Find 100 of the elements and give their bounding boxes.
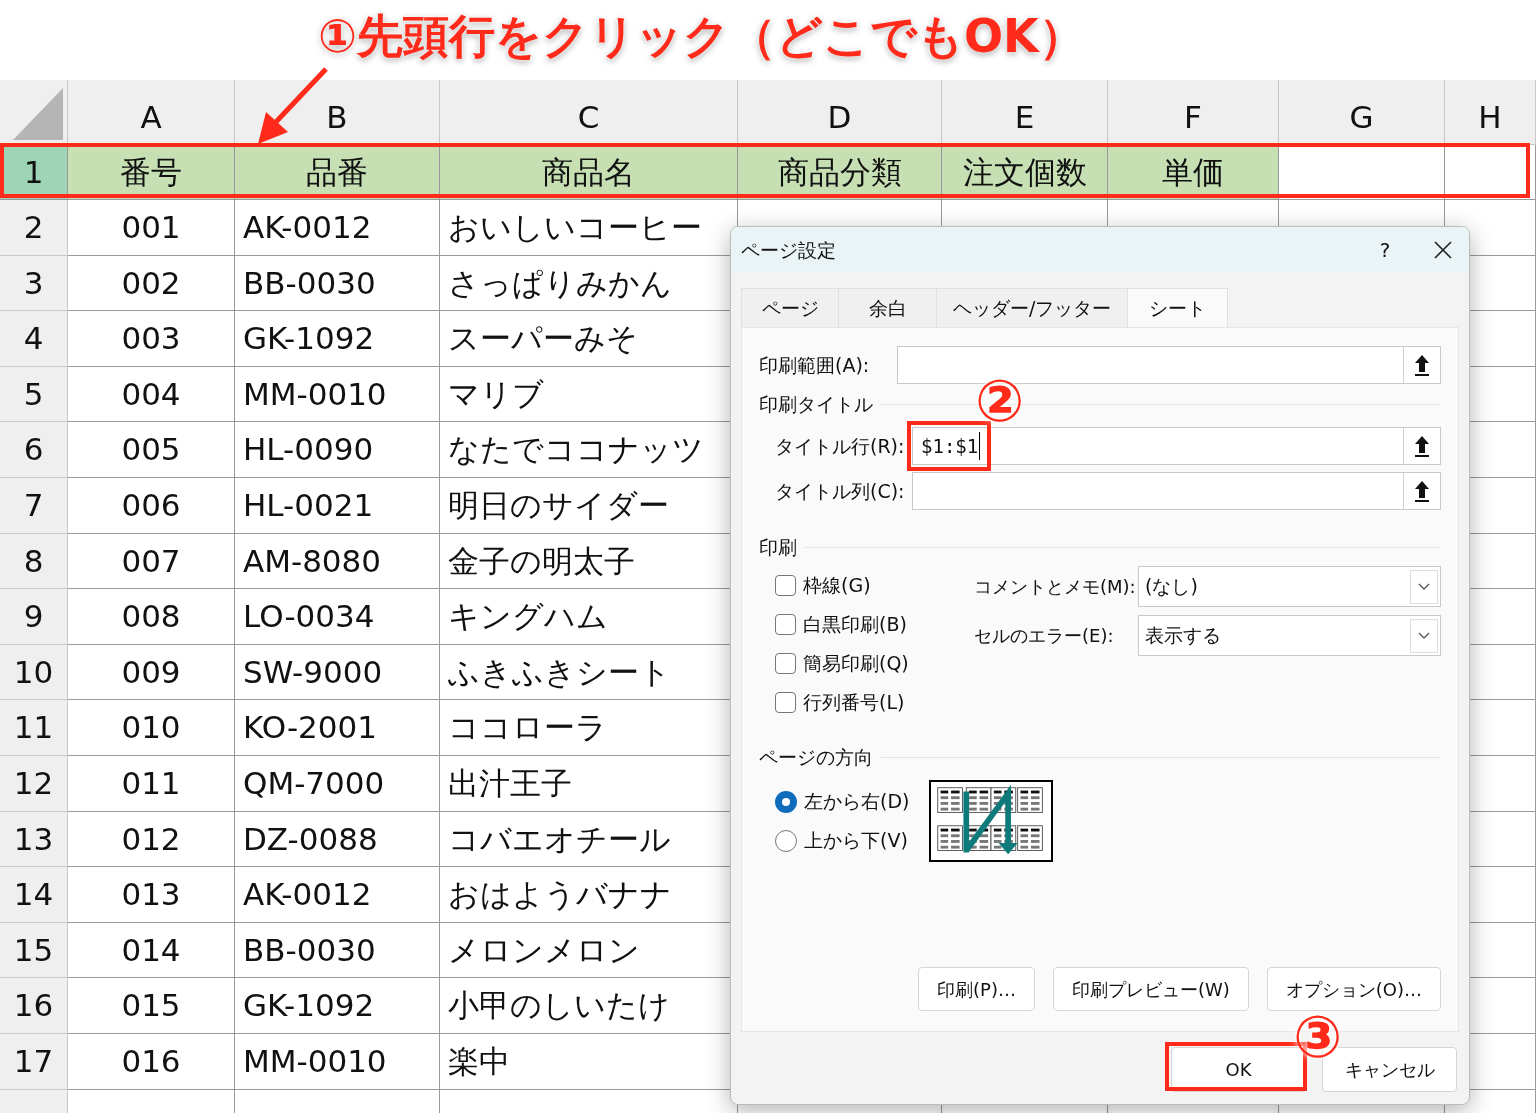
checkbox[interactable] bbox=[775, 614, 796, 635]
column-header[interactable]: F bbox=[1184, 93, 1202, 140]
header-cell-text: 商品名 bbox=[542, 152, 635, 192]
table-cell-text: 明日のサイダー bbox=[448, 486, 669, 525]
dialog-button[interactable]: 印刷プレビュー(W) bbox=[1052, 967, 1249, 1011]
table-cell-text: BB-0030 bbox=[243, 930, 376, 970]
checkbox-label: 白黒印刷(B) bbox=[803, 612, 907, 638]
column-header[interactable]: H bbox=[1478, 93, 1502, 140]
section-heading: ページの方向 bbox=[759, 744, 873, 770]
collapse-arrow-icon[interactable] bbox=[1413, 353, 1431, 377]
table-cell-text: 006 bbox=[121, 486, 181, 525]
radio-label: 上から下(V) bbox=[804, 828, 908, 854]
header-cell-text: 単価 bbox=[1162, 152, 1224, 192]
table-cell-text: おはようバナナ bbox=[448, 875, 672, 915]
radio-button[interactable] bbox=[775, 829, 797, 852]
header-cell-text: 注文個数 bbox=[962, 152, 1087, 192]
table-cell-text: 008 bbox=[121, 597, 181, 637]
table-cell-text: 014 bbox=[121, 930, 181, 970]
radio-button[interactable] bbox=[775, 790, 797, 813]
collapse-arrow-icon[interactable] bbox=[1413, 434, 1431, 458]
table-cell-text: 金子の明太子 bbox=[448, 541, 635, 581]
dialog-tab[interactable]: シート bbox=[1128, 288, 1229, 327]
section-heading: 印刷タイトル bbox=[759, 391, 873, 417]
chevron-down-icon bbox=[1418, 631, 1430, 640]
dialog-button[interactable]: オプション(O)… bbox=[1266, 967, 1441, 1011]
field-label: セルのエラー(E): bbox=[974, 624, 1115, 648]
table-cell-text: メロンメロン bbox=[448, 930, 640, 970]
table-cell-text: コバエオチール bbox=[448, 819, 671, 859]
dialog-tab[interactable]: ヘッダー/フッター bbox=[937, 288, 1129, 327]
table-cell-text: 003 bbox=[121, 319, 181, 359]
table-cell-text: 楽中 bbox=[448, 1041, 510, 1081]
table-cell-text: KO-2001 bbox=[243, 708, 377, 748]
table-cell-text: 004 bbox=[121, 374, 181, 414]
table-cell-text: キングハム bbox=[448, 597, 608, 637]
table-cell-text: 小甲のしいたけ bbox=[448, 986, 670, 1026]
close-icon[interactable] bbox=[1433, 240, 1453, 260]
radio-label: 左から右(D) bbox=[804, 789, 910, 815]
table-cell-text: DZ-0088 bbox=[243, 819, 378, 859]
column-header[interactable]: A bbox=[140, 93, 162, 140]
column-header[interactable]: B bbox=[326, 93, 348, 140]
table-cell-text: 015 bbox=[121, 986, 181, 1026]
table-cell-text: 009 bbox=[121, 652, 181, 692]
dialog-title: ページ設定 bbox=[741, 237, 836, 263]
column-header[interactable]: G bbox=[1349, 93, 1374, 140]
collapse-arrow-icon[interactable] bbox=[1413, 479, 1431, 503]
help-button[interactable]: ? bbox=[1365, 235, 1405, 265]
table-cell-text: AK-0012 bbox=[243, 208, 372, 248]
table-cell-text: 出汁王子 bbox=[448, 764, 572, 803]
checkbox[interactable] bbox=[775, 692, 796, 713]
dialog-button[interactable]: 印刷(P)… bbox=[918, 967, 1035, 1011]
field-label: タイトル列(C): bbox=[775, 478, 906, 504]
annotation-title: ①先頭行をクリック（どこでもOK） bbox=[318, 9, 1085, 63]
table-cell-text: GK-1092 bbox=[243, 986, 375, 1026]
table-cell-text: 011 bbox=[121, 764, 181, 803]
field-label: タイトル行(R): bbox=[775, 433, 906, 459]
table-cell-text: ココローラ bbox=[448, 708, 607, 748]
table-cell-text: BB-0030 bbox=[243, 263, 376, 303]
section-heading: 印刷 bbox=[759, 534, 797, 560]
table-cell-text: GK-1092 bbox=[243, 319, 375, 359]
table-cell-text: マリブ bbox=[448, 374, 544, 414]
table-cell-text: HL-0090 bbox=[243, 430, 374, 470]
dropdown[interactable]: 表示する bbox=[1138, 615, 1441, 656]
checkbox-label: 枠線(G) bbox=[803, 573, 871, 599]
table-cell-text: 013 bbox=[121, 875, 181, 915]
column-header[interactable]: D bbox=[827, 93, 852, 140]
dialog-tab[interactable]: 余白 bbox=[839, 288, 937, 327]
table-cell-text: スーパーみそ bbox=[448, 319, 638, 359]
table-cell-text: おいしいコーヒー bbox=[448, 208, 702, 248]
table-cell-text: 016 bbox=[121, 1041, 181, 1081]
checkbox-label: 行列番号(L) bbox=[803, 690, 905, 716]
table-cell-text: 005 bbox=[121, 430, 181, 470]
table-cell-text: 012 bbox=[121, 819, 181, 859]
checkbox[interactable] bbox=[775, 575, 796, 596]
header-cell-text: 番号 bbox=[120, 152, 182, 192]
step-number: ② bbox=[975, 372, 1025, 430]
dialog-tab[interactable]: ページ bbox=[741, 288, 839, 327]
table-cell-text: ふきふきシート bbox=[448, 652, 671, 692]
checkbox[interactable] bbox=[775, 653, 796, 674]
column-header[interactable]: E bbox=[1014, 93, 1035, 140]
field-label: コメントとメモ(M): bbox=[974, 575, 1137, 599]
empty-cell[interactable] bbox=[1445, 145, 1536, 200]
table-cell-text: MM-0010 bbox=[243, 1041, 387, 1081]
table-cell-text: MM-0010 bbox=[243, 374, 387, 414]
column-header[interactable]: C bbox=[577, 93, 600, 140]
table-cell-text: 002 bbox=[121, 263, 181, 303]
table-cell-text: AK-0012 bbox=[243, 875, 372, 915]
chevron-down-icon bbox=[1418, 582, 1430, 591]
table-cell-text: 010 bbox=[121, 708, 181, 748]
title-field[interactable]: $1:$1 bbox=[912, 427, 1441, 465]
table-cell-text: AM-8080 bbox=[243, 541, 382, 581]
table-cell-text: HL-0021 bbox=[243, 486, 374, 525]
checkbox-label: 簡易印刷(Q) bbox=[803, 651, 909, 677]
header-cell-text: 品番 bbox=[306, 152, 368, 192]
table-cell-text: さっぱりみかん bbox=[448, 263, 672, 303]
table-cell-text: 007 bbox=[121, 541, 181, 581]
dropdown[interactable]: (なし) bbox=[1138, 566, 1441, 607]
table-cell-text: QM-7000 bbox=[243, 764, 385, 803]
title-field[interactable] bbox=[912, 472, 1441, 510]
field-label: 印刷範囲(A): bbox=[759, 352, 871, 378]
table-cell-text: 001 bbox=[121, 208, 181, 248]
